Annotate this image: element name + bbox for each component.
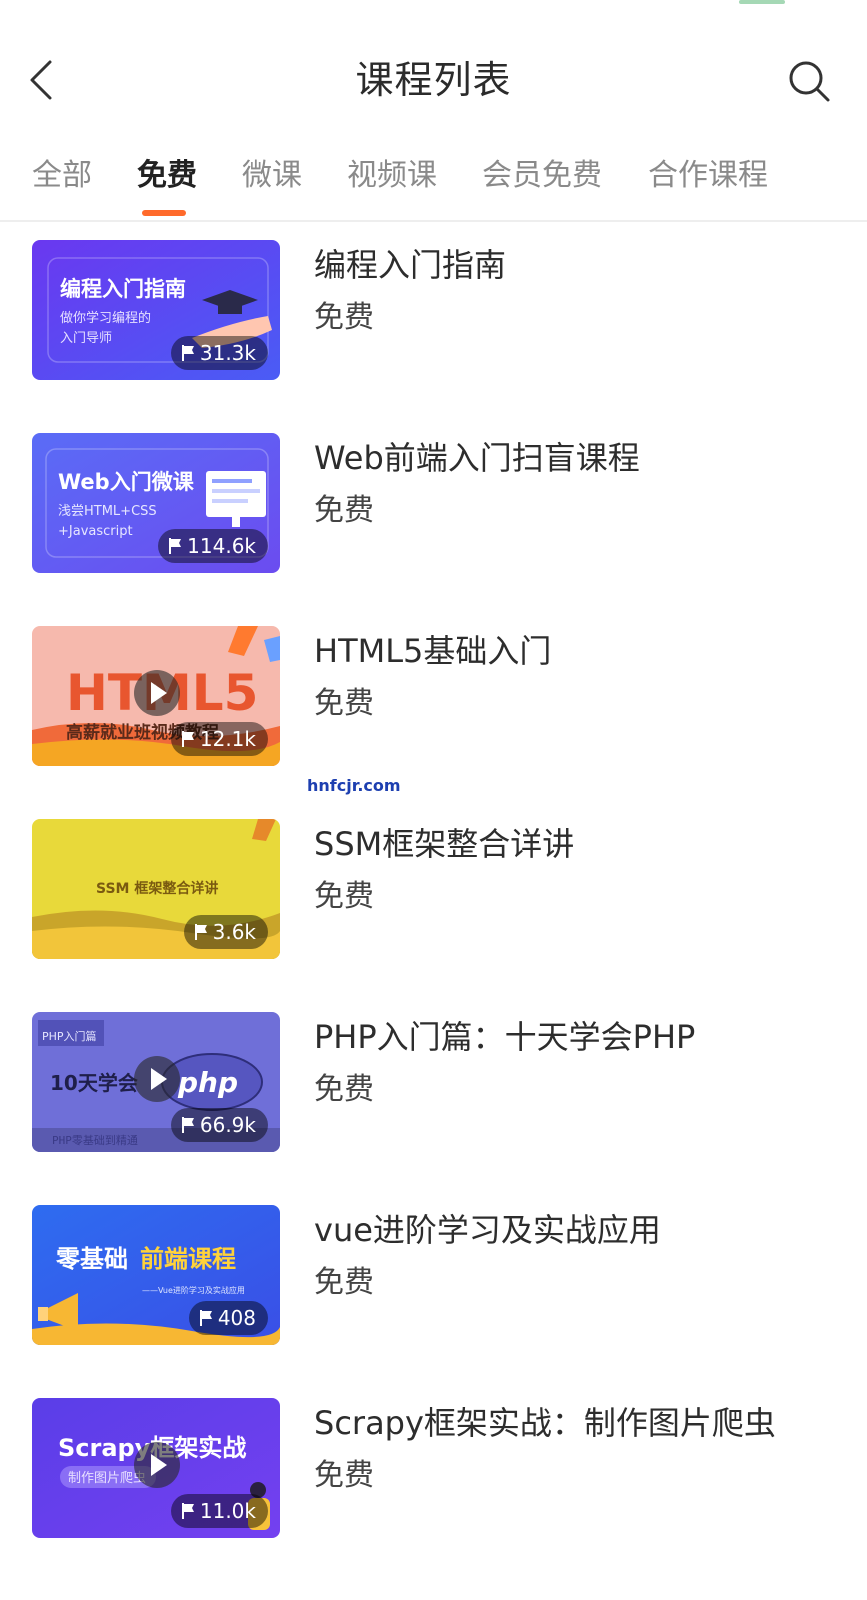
view-count-value: 3.6k <box>212 920 256 944</box>
page-title: 课程列表 <box>355 58 512 102</box>
flag-icon <box>181 1503 194 1519</box>
tab-micro-course[interactable]: 微课 <box>242 154 302 198</box>
course-thumbnail: 编程入门指南 做你学习编程的 入门导师 31.3k <box>32 240 280 380</box>
category-tabs: 全部 免费 微课 视频课 会员免费 合作课程 <box>0 140 867 222</box>
thumb-line: 做你学习编程的 <box>60 310 151 326</box>
course-title: PHP入门篇：十天学会PHP <box>314 1018 696 1056</box>
thumb-line: 入门导师 <box>60 331 112 346</box>
course-thumbnail: 零基础 前端课程 ——Vue进阶学习及实战应用 408 <box>32 1205 280 1345</box>
course-thumbnail: SSM 框架整合详讲 3.6k <box>32 819 280 959</box>
flag-icon <box>199 1310 212 1326</box>
thumb-line: 浅尝HTML+CSS <box>58 504 157 519</box>
thumb-heading: 编程入门指南 <box>60 277 186 301</box>
course-price: 免费 <box>314 879 374 914</box>
view-count: 408 <box>188 1301 268 1335</box>
tab-partner-course[interactable]: 合作课程 <box>648 154 768 198</box>
thumb-heading: 10天学会 <box>50 1071 138 1095</box>
course-item[interactable]: PHP入门篇 10天学会 php PHP零基础到精通 66.9k PHP入门篇：… <box>0 994 867 1152</box>
php-logo-text: php <box>177 1066 238 1099</box>
thumb-footer: PHP零基础到精通 <box>52 1134 138 1147</box>
course-price: 免费 <box>314 493 374 528</box>
view-count: 12.1k <box>170 722 268 756</box>
thumb-heading: 零基础 <box>55 1245 128 1273</box>
view-count-value: 31.3k <box>199 341 256 365</box>
flag-icon <box>169 538 182 554</box>
course-price: 免费 <box>314 300 374 335</box>
thumb-line: 制作图片爬虫 <box>68 1471 146 1486</box>
course-thumbnail: Web入门微课 浅尝HTML+CSS +Javascript 114.6k <box>32 433 280 573</box>
thumb-badge: PHP入门篇 <box>42 1029 97 1043</box>
header: 课程列表 <box>0 40 867 124</box>
play-icon <box>134 1442 180 1488</box>
course-thumbnail: PHP入门篇 10天学会 php PHP零基础到精通 66.9k <box>32 1012 280 1152</box>
view-count: 114.6k <box>158 529 268 563</box>
status-bar <box>0 0 867 16</box>
course-title: Web前端入门扫盲课程 <box>314 439 640 477</box>
course-item[interactable]: Scrapy框架实战 制作图片爬虫 11.0k Scrapy框架实战：制作图片爬… <box>0 1380 867 1538</box>
view-count: 3.6k <box>183 915 268 949</box>
status-indicator <box>739 0 785 4</box>
course-title: 编程入门指南 <box>314 246 507 284</box>
play-icon <box>134 670 180 716</box>
course-thumbnail: HTML5 高薪就业班视频教程 12.1k <box>32 626 280 766</box>
flag-icon <box>181 731 194 747</box>
flag-icon <box>181 345 194 361</box>
tab-video-course[interactable]: 视频课 <box>347 154 437 198</box>
play-icon <box>134 1056 180 1102</box>
tab-free[interactable]: 免费 <box>137 154 197 198</box>
course-title: SSM框架整合详讲 <box>314 825 575 863</box>
flag-icon <box>194 924 207 940</box>
course-title: Scrapy框架实战：制作图片爬虫 <box>314 1404 776 1442</box>
view-count-value: 12.1k <box>199 727 256 751</box>
watermark: hnfcjr.com <box>307 776 401 795</box>
course-price: 免费 <box>314 1265 374 1300</box>
course-item[interactable]: 零基础 前端课程 ——Vue进阶学习及实战应用 408 vue进阶学习及实战应用… <box>0 1187 867 1345</box>
course-title: HTML5基础入门 <box>314 632 552 670</box>
view-count-value: 408 <box>217 1306 256 1330</box>
thumb-heading: Web入门微课 <box>58 470 195 494</box>
thumb-line: +Javascript <box>58 524 133 539</box>
course-price: 免费 <box>314 1458 374 1493</box>
view-count-value: 114.6k <box>187 534 256 558</box>
course-item[interactable]: 编程入门指南 做你学习编程的 入门导师 31.3k 编程入门指南 免费 <box>0 222 867 380</box>
course-title: vue进阶学习及实战应用 <box>314 1211 661 1249</box>
flag-icon <box>181 1117 194 1133</box>
thumb-heading: 前端课程 <box>140 1245 236 1273</box>
thumb-line: ——Vue进阶学习及实战应用 <box>142 1285 245 1295</box>
search-button[interactable] <box>786 58 832 104</box>
active-tab-indicator <box>142 210 186 216</box>
tab-all[interactable]: 全部 <box>32 154 92 198</box>
course-price: 免费 <box>314 1072 374 1107</box>
search-icon <box>789 61 830 102</box>
course-price: 免费 <box>314 686 374 721</box>
view-count-value: 11.0k <box>199 1499 256 1523</box>
view-count: 66.9k <box>170 1108 268 1142</box>
view-count: 11.0k <box>170 1494 268 1528</box>
tab-member-free[interactable]: 会员免费 <box>482 154 602 198</box>
course-item[interactable]: Web入门微课 浅尝HTML+CSS +Javascript 114.6k We… <box>0 415 867 573</box>
thumb-heading: SSM 框架整合详讲 <box>96 880 218 897</box>
view-count-value: 66.9k <box>199 1113 256 1137</box>
course-thumbnail: Scrapy框架实战 制作图片爬虫 11.0k <box>32 1398 280 1538</box>
course-item[interactable]: SSM 框架整合详讲 3.6k SSM框架整合详讲 免费 <box>0 801 867 959</box>
course-item[interactable]: HTML5 高薪就业班视频教程 12.1k HTML5基础入门 免费 <box>0 608 867 766</box>
view-count: 31.3k <box>170 336 268 370</box>
